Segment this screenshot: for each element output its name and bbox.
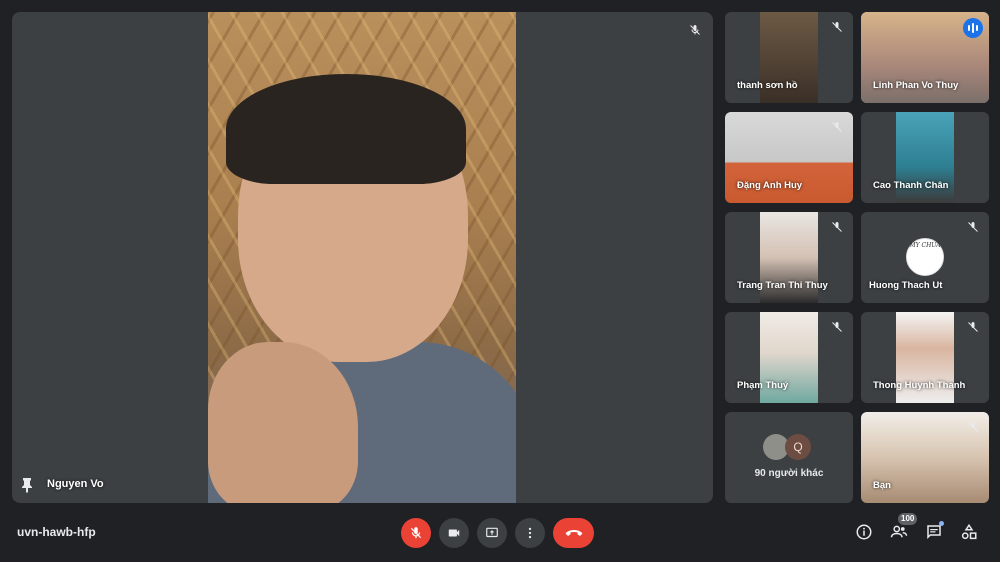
call-end-icon xyxy=(565,530,582,536)
people-icon xyxy=(890,525,908,538)
meeting-code: uvn-hawb-hfp xyxy=(17,525,96,539)
participant-name: thanh sơn hồ xyxy=(737,80,798,91)
participant-tile[interactable]: Cao Thanh Chân xyxy=(861,112,989,203)
participant-name: Linh Phan Vo Thuy xyxy=(873,80,959,91)
mic-off-icon xyxy=(831,120,845,134)
participant-tile[interactable]: Trang Tran Thi Thuy xyxy=(725,212,853,303)
participant-tile[interactable]: Phạm Thuý xyxy=(725,312,853,403)
meeting-details-button[interactable] xyxy=(853,521,875,543)
main-speaker-video xyxy=(208,12,516,503)
mic-off-icon xyxy=(831,220,845,234)
self-tile[interactable]: Bạn xyxy=(861,412,989,503)
participant-name: Thong Huynh Thanh xyxy=(873,380,966,391)
camera-toggle-button[interactable] xyxy=(439,518,469,548)
mic-off-icon xyxy=(831,320,845,334)
mic-off-icon xyxy=(410,527,422,539)
mic-off-icon xyxy=(967,320,981,334)
more-vert-icon xyxy=(528,527,532,539)
more-options-button[interactable] xyxy=(515,518,545,548)
main-speaker-tile[interactable]: Nguyen Vo xyxy=(12,12,713,503)
participant-tile[interactable]: Thong Huynh Thanh xyxy=(861,312,989,403)
activities-icon xyxy=(961,523,977,540)
speaking-indicator-icon xyxy=(963,18,983,38)
pin-icon[interactable] xyxy=(20,477,34,493)
leave-call-button[interactable] xyxy=(553,518,594,548)
mic-off-icon xyxy=(687,22,703,38)
participants-count-badge: 100 xyxy=(898,513,918,525)
participant-tile[interactable]: Linh Phan Vo Thuy xyxy=(861,12,989,103)
others-count-label: 90 người khác xyxy=(754,468,824,479)
participant-name: Phạm Thuý xyxy=(737,380,789,391)
participant-name: Đặng Anh Huy xyxy=(737,180,803,191)
activities-button[interactable] xyxy=(958,521,980,543)
mic-off-icon xyxy=(967,220,981,234)
info-icon xyxy=(856,524,872,540)
present-screen-icon xyxy=(486,527,498,538)
participant-tile[interactable]: thanh sơn hồ xyxy=(725,12,853,103)
participant-name: Trang Tran Thi Thuy xyxy=(737,280,828,291)
mic-off-icon xyxy=(831,20,845,34)
avatar: Q xyxy=(785,434,811,460)
mic-toggle-button[interactable] xyxy=(401,518,431,548)
self-name: Bạn xyxy=(873,480,891,491)
videocam-icon xyxy=(448,529,460,537)
participant-name: Huong Thach Ut xyxy=(869,280,943,291)
participant-tile[interactable]: MY CHUA Huong Thach Ut xyxy=(861,212,989,303)
avatar: MY CHUA xyxy=(906,238,944,276)
mic-off-icon xyxy=(967,420,981,434)
participant-name: Cao Thanh Chân xyxy=(873,180,949,191)
chat-notification-dot xyxy=(939,521,944,526)
others-tile[interactable]: Q 90 người khác xyxy=(725,412,853,503)
present-button[interactable] xyxy=(477,518,507,548)
main-speaker-name: Nguyen Vo xyxy=(47,478,104,490)
participant-tile[interactable]: Đặng Anh Huy xyxy=(725,112,853,203)
